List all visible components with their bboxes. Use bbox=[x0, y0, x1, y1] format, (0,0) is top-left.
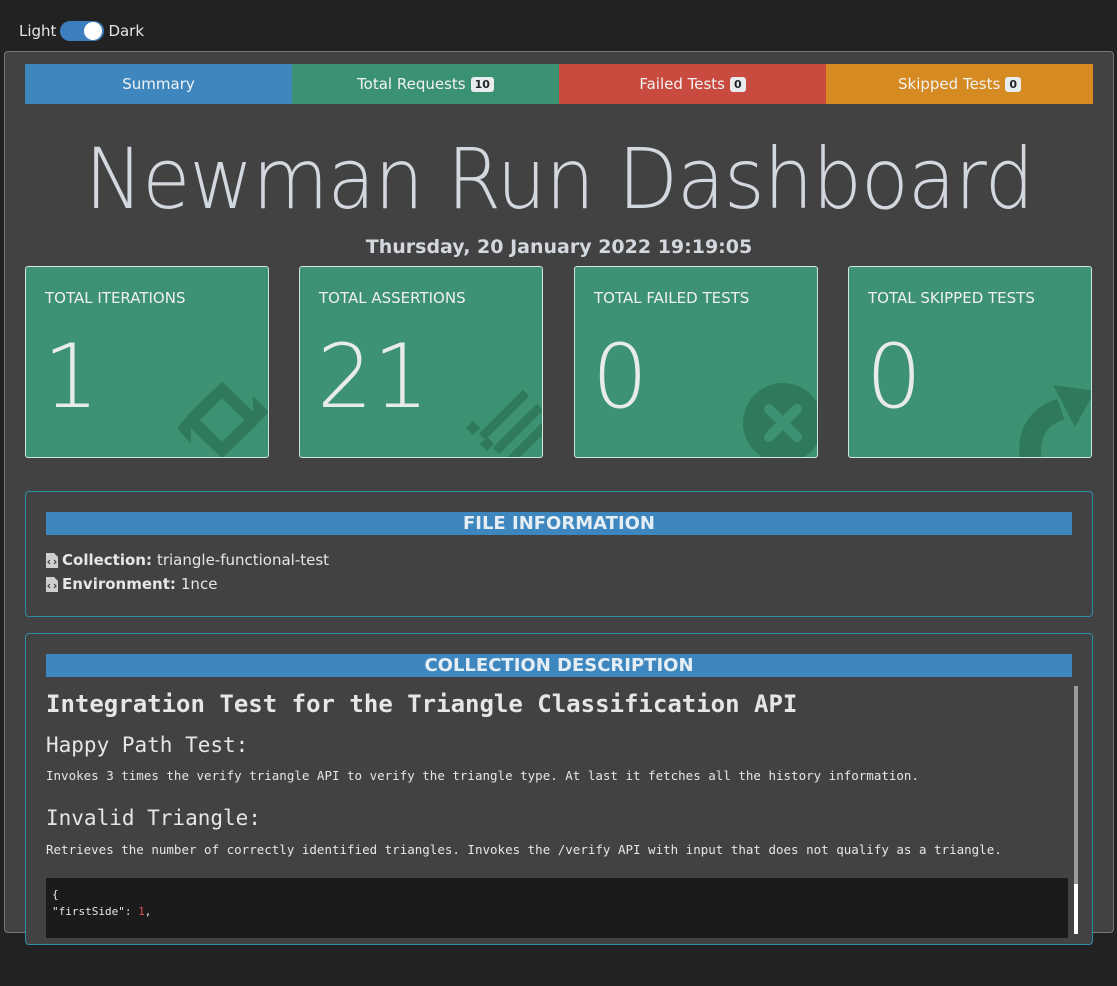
section-text-happy-path: Invokes 3 times the verify triangle API … bbox=[46, 768, 919, 783]
tab-total-requests[interactable]: Total Requests 10 bbox=[292, 64, 559, 104]
theme-toggle: Light Dark bbox=[19, 21, 144, 41]
code-comma: , bbox=[144, 905, 152, 918]
environment-value: 1nce bbox=[180, 575, 218, 593]
card-value: 1 bbox=[43, 325, 99, 428]
times-circle-icon bbox=[743, 383, 817, 457]
skipped-tests-badge: 0 bbox=[1005, 76, 1021, 92]
tab-total-requests-label: Total Requests bbox=[357, 75, 466, 93]
dashboard-frame: Summary Total Requests 10 Failed Tests 0… bbox=[4, 51, 1114, 945]
code-line: { bbox=[52, 888, 59, 901]
file-information-panel: FILE INFORMATION Collection: triangle-fu… bbox=[25, 491, 1093, 617]
environment-label: Environment: bbox=[62, 575, 176, 593]
code-line: "firstSide": 1, bbox=[52, 903, 1062, 920]
card-label: Total Assertions bbox=[319, 289, 466, 307]
tab-failed-tests-label: Failed Tests bbox=[639, 75, 725, 93]
tab-skipped-tests[interactable]: Skipped Tests 0 bbox=[826, 64, 1093, 104]
list-icon bbox=[466, 389, 542, 457]
card-total-iterations: Total Iterations 1 bbox=[25, 266, 269, 458]
collection-label: Collection: bbox=[62, 551, 152, 569]
card-label: Total Skipped Tests bbox=[868, 289, 1035, 307]
tab-summary[interactable]: Summary bbox=[25, 64, 292, 104]
switch-knob bbox=[84, 22, 103, 40]
sync-icon bbox=[177, 381, 268, 457]
card-total-skipped-tests: Total Skipped Tests 0 bbox=[848, 266, 1092, 458]
file-code-icon bbox=[46, 552, 58, 568]
tab-summary-label: Summary bbox=[122, 75, 195, 93]
run-date: Thursday, 20 January 2022 19:19:05 bbox=[365, 236, 753, 258]
card-value: 0 bbox=[866, 325, 922, 428]
card-label: Total Failed Tests bbox=[594, 289, 750, 307]
share-arrow-icon bbox=[1019, 385, 1091, 457]
section-title-invalid: Invalid Triangle: bbox=[46, 806, 261, 830]
card-value: 21 bbox=[317, 325, 429, 428]
collection-value: triangle-functional-test bbox=[156, 551, 330, 569]
failed-tests-badge: 0 bbox=[730, 76, 746, 92]
file-information-heading: FILE INFORMATION bbox=[46, 512, 1072, 535]
environment-row: Environment: 1nce bbox=[46, 575, 217, 593]
page-title: Newman Run Dashboard bbox=[84, 130, 1034, 228]
tab-skipped-tests-label: Skipped Tests bbox=[898, 75, 1001, 93]
collection-description-panel: COLLECTION DESCRIPTION Integration Test … bbox=[25, 633, 1093, 945]
section-title-happy-path: Happy Path Test: bbox=[46, 733, 249, 757]
description-content[interactable]: Integration Test for the Triangle Classi… bbox=[46, 686, 1068, 986]
tab-bar: Summary Total Requests 10 Failed Tests 0… bbox=[25, 64, 1093, 104]
card-total-assertions: Total Assertions 21 bbox=[299, 266, 543, 458]
card-value: 0 bbox=[592, 325, 648, 428]
code-key: "firstSide": bbox=[52, 905, 139, 918]
total-requests-badge: 10 bbox=[470, 76, 494, 92]
code-block: { "firstSide": 1, bbox=[46, 878, 1068, 938]
scrollbar-thumb[interactable] bbox=[1074, 884, 1078, 934]
top-bar: Light Dark bbox=[0, 0, 1117, 50]
collection-description-heading: COLLECTION DESCRIPTION bbox=[46, 654, 1072, 677]
code-number: 1 bbox=[138, 905, 145, 918]
light-label: Light bbox=[19, 22, 57, 40]
collection-row: Collection: triangle-functional-test bbox=[46, 551, 329, 569]
stat-cards: Total Iterations 1 Total Assertions 21 bbox=[25, 266, 1095, 458]
card-label: Total Iterations bbox=[45, 289, 186, 307]
theme-switch[interactable] bbox=[60, 21, 105, 41]
section-text-invalid: Retrieves the number of correctly identi… bbox=[46, 842, 1002, 857]
card-total-failed-tests: Total Failed Tests 0 bbox=[574, 266, 818, 458]
tab-failed-tests[interactable]: Failed Tests 0 bbox=[559, 64, 826, 104]
dark-label: Dark bbox=[108, 22, 145, 40]
description-title: Integration Test for the Triangle Classi… bbox=[46, 690, 798, 718]
file-code-icon bbox=[46, 576, 58, 592]
